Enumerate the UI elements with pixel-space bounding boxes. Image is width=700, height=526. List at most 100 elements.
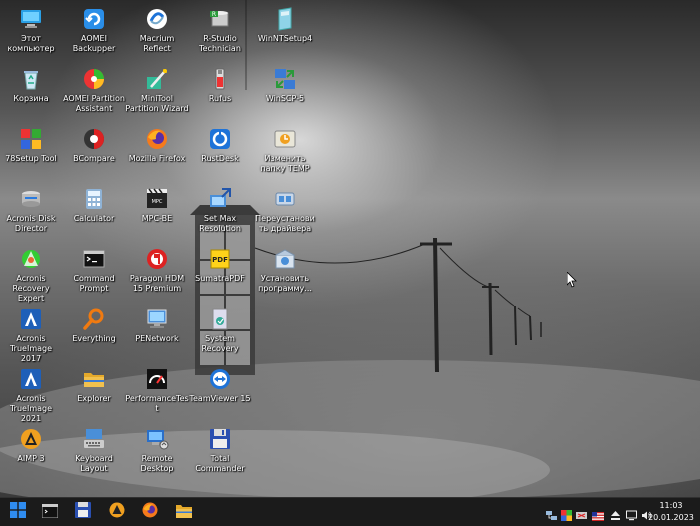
desktop-icon-install-program[interactable]: Установить программу... <box>254 244 316 304</box>
desktop-icon-mpc-be[interactable]: MPC MPC-BE <box>126 184 188 244</box>
resolution-icon[interactable] <box>576 506 587 519</box>
reinstall-drivers-icon <box>273 187 297 211</box>
desktop-icon-label: Изменить папку TEMP <box>260 154 310 173</box>
desktop-icon-label: Этот компьютер <box>7 34 55 53</box>
desktop-icon-this-pc[interactable]: Этот компьютер <box>0 4 62 64</box>
paragon-icon <box>145 247 169 271</box>
desktop-icon-winntsetup4[interactable]: WinNTSetup4 <box>254 4 316 64</box>
desktop-icon-set-max-resolution[interactable]: Set Max Resolution <box>189 184 251 244</box>
desktop-icon-sumatrapdf[interactable]: PDF SumatraPDF <box>189 244 251 304</box>
setup-tool-icon <box>19 127 43 151</box>
desktop-icon-label: MiniTool Partition Wizard <box>125 94 189 113</box>
desktop-icon-acronis-recovery-expert[interactable]: Acronis Recovery Expert <box>0 244 62 304</box>
acronis-trueimage-icon <box>19 367 43 391</box>
color-palette-icon[interactable] <box>561 506 572 521</box>
desktop-icon-label: Explorer <box>77 394 111 403</box>
aomei-partition-icon <box>82 67 106 91</box>
desktop-icon-label: 78Setup Tool <box>5 154 57 163</box>
desktop-icon-label: AIMP 3 <box>17 454 45 463</box>
desktop-icon-r-studio-technician[interactable]: R R-Studio Technician <box>189 4 251 64</box>
desktop-icon-mozilla-firefox[interactable]: Mozilla Firefox <box>126 124 188 184</box>
firefox-icon <box>145 127 169 151</box>
recycle-bin-icon <box>19 67 43 91</box>
desktop-icon-label: MPC-BE <box>141 214 173 223</box>
desktop[interactable]: Этот компьютер Корзина 78Setup Tool Acro… <box>0 0 700 497</box>
desktop-icon-label: Paragon HDM 15 Premium <box>129 274 185 293</box>
desktop-icon-calculator[interactable]: Calculator <box>63 184 125 244</box>
mpc-be-icon: MPC <box>145 187 169 211</box>
desktop-icon-label: Remote Desktop <box>140 454 174 473</box>
desktop-icon-label: Acronis TrueImage 2021 <box>9 394 53 423</box>
system-tray: 11:03 20.01.2023 <box>540 498 700 526</box>
bcompare-icon <box>82 127 106 151</box>
desktop-icon-label: TeamViewer 15 <box>189 394 251 403</box>
taskbar: 11:03 20.01.2023 <box>0 497 700 526</box>
desktop-icon-remote-desktop[interactable]: Remote Desktop <box>126 424 188 484</box>
system-recovery-icon <box>208 307 232 331</box>
desktop-icon-total-commander[interactable]: Total Commander <box>189 424 251 484</box>
desktop-icon-acronis-trueimage-2017[interactable]: Acronis TrueImage 2017 <box>0 304 62 364</box>
svg-text:MPC: MPC <box>152 199 163 205</box>
taskbar-aimp[interactable] <box>103 499 131 525</box>
desktop-icon-acronis-disk-director[interactable]: Acronis Disk Director <box>0 184 62 244</box>
desktop-icon-78setup-tool[interactable]: 78Setup Tool <box>0 124 62 184</box>
start-button[interactable] <box>4 499 32 525</box>
minitool-icon <box>145 67 169 91</box>
desktop-icon-penetwork[interactable]: PENetwork <box>126 304 188 364</box>
penetwork-icon <box>145 307 169 331</box>
floppy-disk-icon <box>75 502 91 522</box>
eject-icon[interactable] <box>610 506 621 520</box>
desktop-icon-label: Rufus <box>208 94 232 103</box>
taskbar-explorer[interactable] <box>170 499 198 525</box>
clock[interactable]: 11:03 20.01.2023 <box>646 500 696 524</box>
set-max-resolution-icon <box>208 187 232 211</box>
desktop-icon-minitool-partition-wizard[interactable]: MiniTool Partition Wizard <box>125 64 189 124</box>
desktop-icon-label: WinSCP-5 <box>265 94 305 103</box>
windows-logo-icon <box>10 502 26 522</box>
desktop-icon-aimp-3[interactable]: AIMP 3 <box>0 424 62 484</box>
display-icon[interactable] <box>626 506 637 521</box>
desktop-icon-recycle-bin[interactable]: Корзина <box>0 64 62 124</box>
desktop-icon-label: System Recovery <box>201 334 239 353</box>
taskbar-total-commander[interactable] <box>69 499 97 525</box>
aimp-icon <box>19 427 43 451</box>
network-adapter-icon[interactable] <box>546 506 557 520</box>
desktop-icon-rustdesk[interactable]: RustDesk <box>189 124 251 184</box>
desktop-icon-system-recovery[interactable]: System Recovery <box>189 304 251 364</box>
desktop-icon-aomei-backupper[interactable]: AOMEI Backupper <box>63 4 125 64</box>
desktop-icon-rufus[interactable]: Rufus <box>189 64 251 124</box>
change-temp-icon <box>273 127 297 151</box>
teamviewer-icon <box>208 367 232 391</box>
svg-text:PDF: PDF <box>212 256 228 264</box>
taskbar-command-prompt[interactable] <box>36 499 64 525</box>
desktop-icon-teamviewer-15[interactable]: TeamViewer 15 <box>189 364 251 424</box>
desktop-icon-explorer[interactable]: Explorer <box>63 364 125 424</box>
desktop-icon-aomei-partition-assistant[interactable]: AOMEI Partition Assistant <box>63 64 125 124</box>
desktop-icon-label: BCompare <box>73 154 115 163</box>
desktop-icon-winscp-5[interactable]: WinSCP-5 <box>254 64 316 124</box>
performancetest-icon <box>145 367 169 391</box>
acronis-disk-director-icon <box>19 187 43 211</box>
desktop-icon-performancetest[interactable]: PerformanceTest <box>125 364 189 424</box>
desktop-icon-bcompare[interactable]: BCompare <box>63 124 125 184</box>
calculator-icon <box>82 187 106 211</box>
us-flag-icon[interactable] <box>592 506 604 521</box>
desktop-icon-acronis-trueimage-2021[interactable]: Acronis TrueImage 2021 <box>0 364 62 424</box>
winntsetup-icon <box>273 7 297 31</box>
desktop-icon-label: SumatraPDF <box>195 274 245 283</box>
desktop-icon-keyboard-layout[interactable]: Keyboard Layout <box>63 424 125 484</box>
desktop-icon-command-prompt[interactable]: Command Prompt <box>63 244 125 304</box>
desktop-icon-macrium-reflect[interactable]: Macrium Reflect <box>126 4 188 64</box>
clock-time: 11:03 <box>659 501 683 510</box>
taskbar-firefox[interactable] <box>136 499 164 525</box>
mouse-pointer-icon <box>566 271 577 292</box>
everything-search-icon <box>82 307 106 331</box>
sumatrapdf-icon: PDF <box>208 247 232 271</box>
desktop-icon-reinstall-drivers[interactable]: Переустановить драйвера <box>254 184 316 244</box>
desktop-icon-label: Mozilla Firefox <box>128 154 186 163</box>
desktop-icon-label: AOMEI Partition Assistant <box>63 94 125 113</box>
desktop-icon-paragon-hdm[interactable]: Paragon HDM 15 Premium <box>126 244 188 304</box>
desktop-icon-everything[interactable]: Everything <box>63 304 125 364</box>
desktop-icon-change-temp[interactable]: Изменить папку TEMP <box>254 124 316 184</box>
floppy-disk-icon <box>208 427 232 451</box>
